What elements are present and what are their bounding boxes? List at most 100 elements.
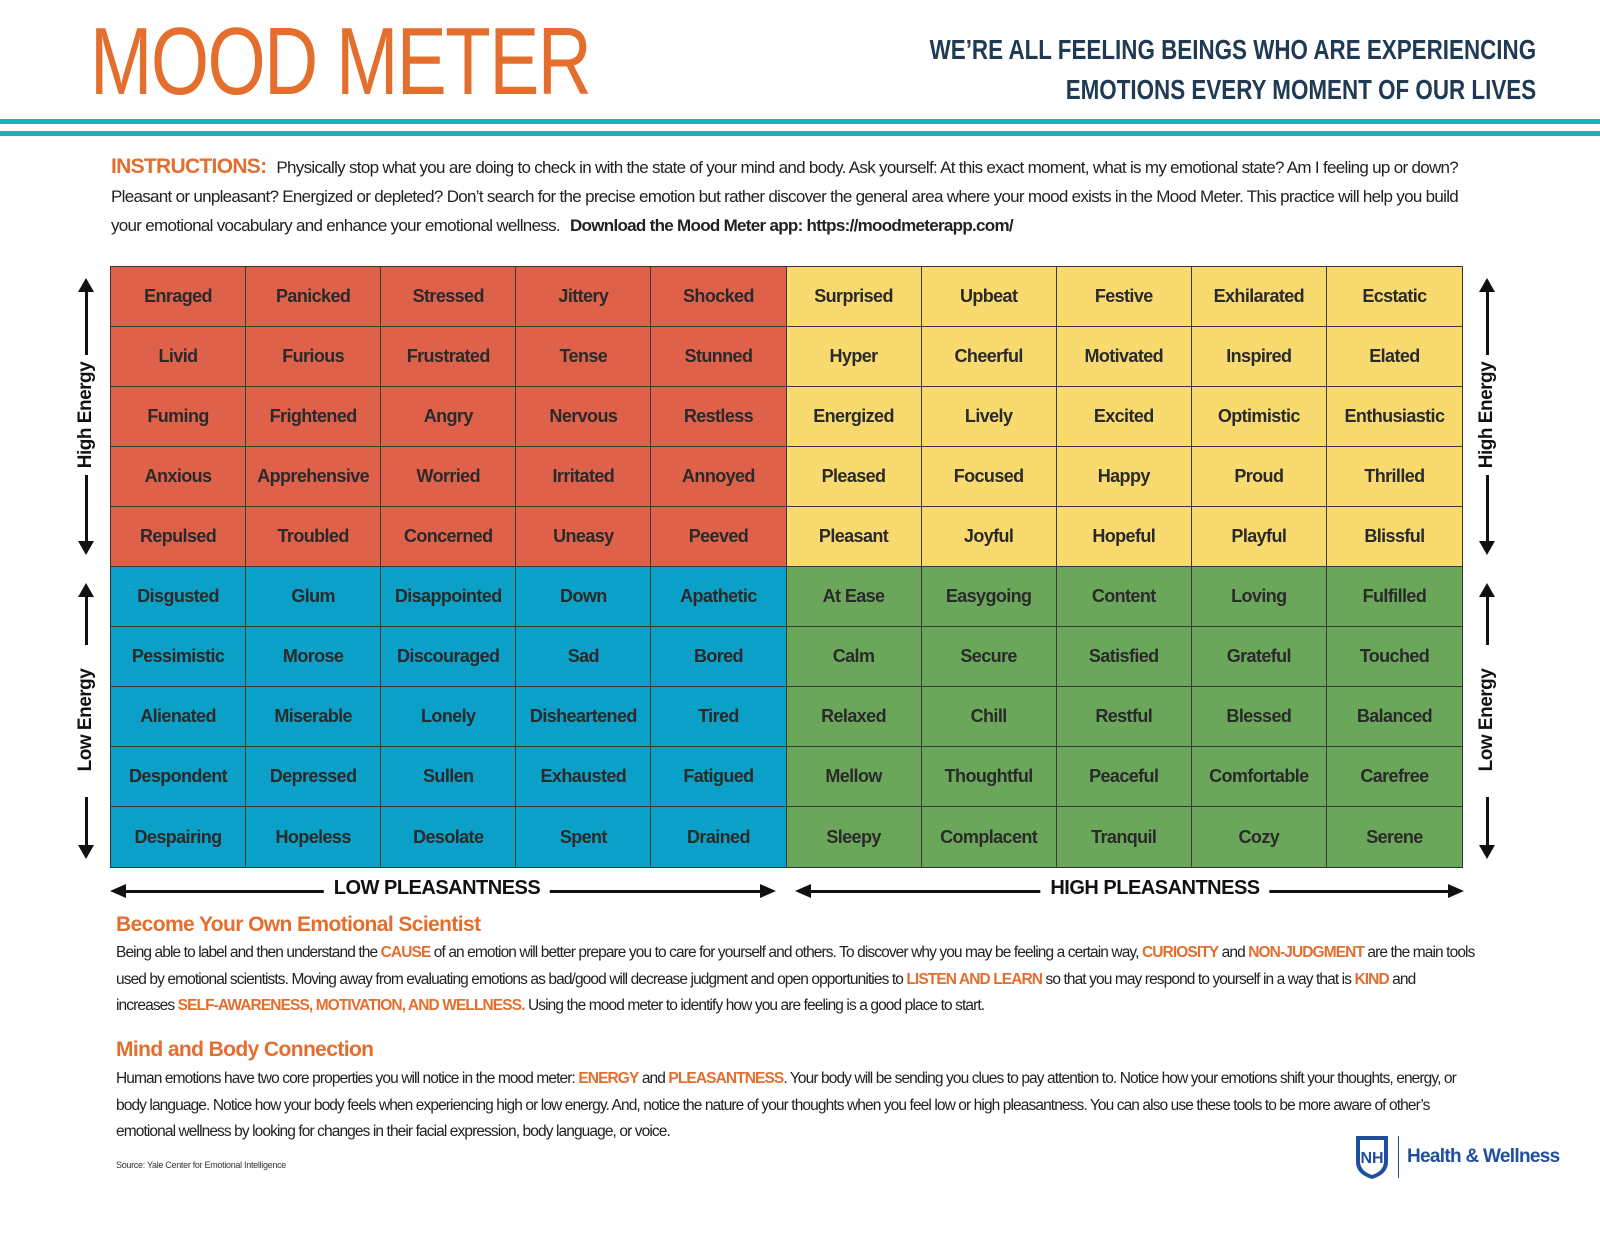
source-note: Source: Yale Center for Emotional Intell… (116, 1160, 286, 1170)
tagline-line-2: EMOTIONS EVERY MOMENT OF OUR LIVES (1065, 74, 1536, 105)
emotion-cell-yellow: Pleased (786, 447, 922, 507)
emotion-cell-blue: Desolate (381, 807, 517, 867)
logo-divider (1398, 1136, 1399, 1178)
emotion-cell-yellow: Blissful (1326, 507, 1462, 567)
emotion-cell-yellow: Motivated (1056, 327, 1192, 387)
emotion-cell-blue: Depressed (246, 747, 382, 807)
emotion-cell-yellow: Optimistic (1191, 387, 1327, 447)
emotion-cell-blue: Drained (651, 807, 787, 867)
divider-top (0, 119, 1600, 124)
emotion-cell-yellow: Cheerful (921, 327, 1057, 387)
emotion-cell-blue: Fatigued (651, 747, 787, 807)
emotion-cell-blue: Glum (246, 567, 382, 627)
emotion-cell-red: Uneasy (516, 507, 652, 567)
arrow-right-icon (760, 884, 776, 898)
text: and (1218, 944, 1249, 961)
emotion-cell-green: Mellow (786, 747, 922, 807)
emotion-cell-red: Tense (516, 327, 652, 387)
highlight: CURIOSITY (1141, 944, 1219, 961)
emotion-cell-green: Fulfilled (1326, 567, 1462, 627)
emotion-cell-yellow: Festive (1056, 267, 1192, 327)
scientist-paragraph: Being able to label and then understand … (116, 940, 1476, 1020)
emotion-cell-red: Livid (111, 327, 247, 387)
mood-grid: Enraged Panicked Stressed Jittery Shocked Sur… (110, 266, 1463, 868)
highlight: ENERGY (578, 1070, 639, 1087)
emotion-cell-yellow: Pleasant (786, 507, 922, 567)
axis-line (1486, 595, 1489, 645)
emotion-cell-green: Blessed (1191, 687, 1327, 747)
emotion-cell-green: Easygoing (921, 567, 1057, 627)
emotion-cell-red: Jittery (516, 267, 652, 327)
text: of an emotion will better prepare you to… (430, 944, 1142, 961)
emotion-cell-green: Touched (1326, 627, 1462, 687)
emotion-cell-green: Comfortable (1191, 747, 1327, 807)
text: so that you may respond to yourself in a… (1042, 970, 1355, 988)
text: Human emotions have two core properties … (116, 1070, 579, 1087)
emotion-cell-yellow: Inspired (1191, 327, 1327, 387)
arrow-right-icon (1448, 884, 1464, 898)
emotion-cell-blue: Despondent (111, 747, 247, 807)
divider-bottom (0, 131, 1600, 136)
text: and (638, 1070, 669, 1087)
highlight: PLEASANTNESS (668, 1070, 784, 1087)
emotion-cell-blue: Sullen (381, 747, 517, 807)
emotion-cell-yellow: Excited (1056, 387, 1192, 447)
axis-line (85, 475, 88, 543)
high-energy-label: High Energy (1476, 361, 1497, 469)
emotion-cell-red: Angry (381, 387, 517, 447)
arrow-down-icon (1479, 541, 1495, 555)
axis-line (1486, 475, 1489, 543)
emotion-cell-green: Peaceful (1056, 747, 1192, 807)
download-link[interactable]: Download the Mood Meter app: https://moo… (570, 216, 1014, 235)
emotion-cell-green: Carefree (1326, 747, 1462, 807)
highlight: SELF-AWARENESS, MOTIVATION, AND WELLNESS… (177, 997, 526, 1014)
emotion-cell-green: Calm (786, 627, 922, 687)
emotion-cell-green: Grateful (1191, 627, 1327, 687)
instructions-label: INSTRUCTIONS: (111, 155, 267, 178)
low-pleasantness-label: LOW PLEASANTNESS (323, 877, 551, 900)
emotion-cell-green: Restful (1056, 687, 1192, 747)
emotion-cell-red: Annoyed (651, 447, 787, 507)
emotion-cell-yellow: Thrilled (1326, 447, 1462, 507)
emotion-cell-red: Panicked (246, 267, 382, 327)
emotion-cell-blue: Alienated (111, 687, 247, 747)
emotion-cell-blue: Hopeless (246, 807, 382, 867)
low-energy-label: Low Energy (1476, 668, 1497, 772)
emotion-cell-green: Complacent (921, 807, 1057, 867)
highlight: KIND (1354, 970, 1389, 988)
emotion-cell-red: Enraged (111, 267, 247, 327)
emotion-cell-red: Frightened (246, 387, 382, 447)
emotion-cell-blue: Apathetic (651, 567, 787, 627)
arrow-down-icon (78, 845, 94, 859)
emotion-cell-blue: Morose (246, 627, 382, 687)
emotion-cell-red: Apprehensive (246, 447, 382, 507)
emotion-cell-yellow: Happy (1056, 447, 1192, 507)
emotion-cell-yellow: Hyper (786, 327, 922, 387)
emotion-cell-red: Troubled (246, 507, 382, 567)
high-pleasantness-label: HIGH PLEASANTNESS (1040, 877, 1270, 900)
emotion-cell-blue: Down (516, 567, 652, 627)
emotion-cell-red: Concerned (381, 507, 517, 567)
emotion-cell-red: Peeved (651, 507, 787, 567)
emotion-cell-yellow: Lively (921, 387, 1057, 447)
emotion-cell-green: Serene (1326, 807, 1462, 867)
arrow-down-icon (78, 541, 94, 555)
emotion-cell-blue: Sad (516, 627, 652, 687)
emotion-cell-yellow: Playful (1191, 507, 1327, 567)
emotion-cell-blue: Bored (651, 627, 787, 687)
emotion-cell-blue: Spent (516, 807, 652, 867)
emotion-cell-green: At Ease (786, 567, 922, 627)
mindbody-paragraph: Human emotions have two core properties … (116, 1066, 1476, 1146)
emotion-cell-red: Nervous (516, 387, 652, 447)
text: Using the mood meter to identify how you… (524, 997, 985, 1014)
emotion-cell-blue: Exhausted (516, 747, 652, 807)
mood-meter-page: MOOD METER WE’RE ALL FEELING BEINGS WHO … (0, 0, 1600, 1236)
emotion-cell-red: Restless (651, 387, 787, 447)
emotion-cell-green: Thoughtful (921, 747, 1057, 807)
emotion-cell-red: Stunned (651, 327, 787, 387)
emotion-cell-red: Worried (381, 447, 517, 507)
axis-line (85, 290, 88, 355)
emotion-cell-yellow: Hopeful (1056, 507, 1192, 567)
svg-text:NH: NH (1360, 1150, 1383, 1167)
scientist-heading: Become Your Own Emotional Scientist (116, 913, 481, 936)
